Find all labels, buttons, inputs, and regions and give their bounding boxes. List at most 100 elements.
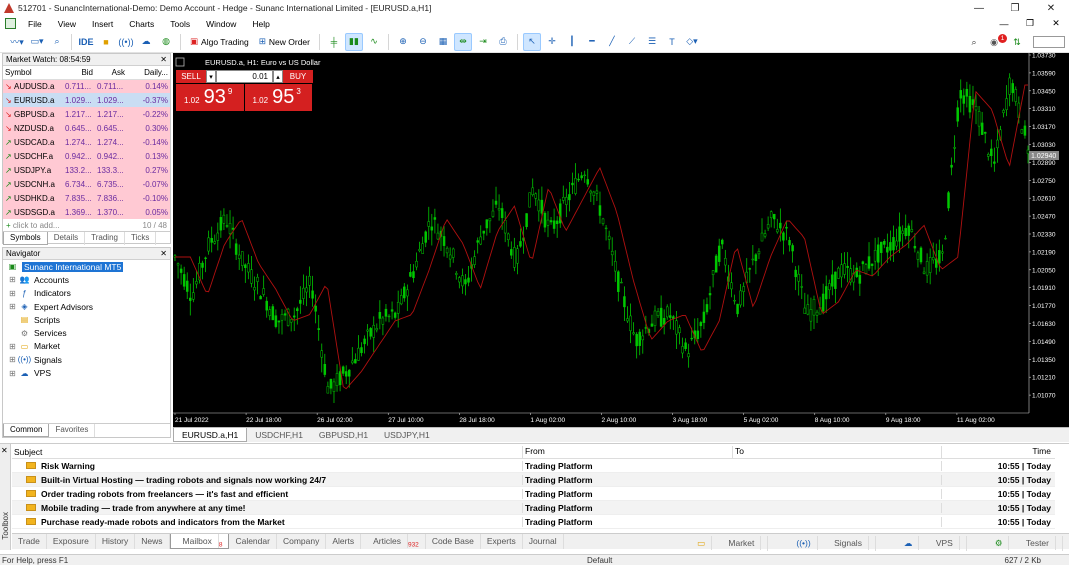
mailbox-row[interactable]: Built-in Virtual Hosting — trading robot… — [12, 473, 1055, 487]
tab-alerts[interactable]: Alerts — [326, 534, 362, 549]
lot-up-icon[interactable]: ▴ — [273, 70, 283, 83]
lot-down-icon[interactable]: ▾ — [206, 70, 216, 83]
col-symbol[interactable]: Symbol — [3, 66, 63, 80]
horizontal-line-icon[interactable]: ━ — [583, 33, 601, 51]
tab-company[interactable]: Company — [277, 534, 327, 549]
transfer-icon[interactable]: ⇅ — [1008, 33, 1026, 51]
tab-exposure[interactable]: Exposure — [47, 534, 96, 549]
minimize-icon[interactable]: — — [961, 0, 997, 16]
search-icon[interactable]: ⌕ — [965, 33, 983, 51]
market-watch-row[interactable]: ↘ EURUSD.a 1.029... 1.029... -0.37% — [3, 93, 170, 107]
ide-button[interactable]: IDE — [77, 33, 95, 51]
new-order-button[interactable]: ⊞ New Order — [255, 33, 314, 51]
autoscroll-icon[interactable]: ⇹ — [453, 32, 472, 51]
menu-insert[interactable]: Insert — [84, 19, 121, 29]
market-watch-row[interactable]: ↗ USDCAD.a 1.274... 1.274... -0.14% — [3, 135, 170, 149]
tab-history[interactable]: History — [96, 534, 136, 549]
tab-news[interactable]: News — [135, 534, 170, 549]
nav-indicators[interactable]: ⊞ ƒ Indicators — [3, 287, 170, 300]
market-watch-row[interactable]: ↘ NZDUSD.a 0.645... 0.645... 0.30% — [3, 121, 170, 135]
market-watch-row[interactable]: ↗ USDHKD.a 7.835... 7.836... -0.10% — [3, 191, 170, 205]
shapes-icon[interactable]: ◇▾ — [683, 33, 701, 51]
mailbox-row[interactable]: Purchase ready-made robots and indicator… — [12, 515, 1055, 529]
crosshair-icon[interactable]: ✛ — [543, 33, 561, 51]
menu-view[interactable]: View — [50, 19, 84, 29]
close-icon[interactable]: ✕ — [160, 249, 170, 258]
zoom-in-icon[interactable]: ⊕ — [394, 33, 412, 51]
channel-icon[interactable]: ☰ — [643, 33, 661, 51]
grid-icon[interactable]: ▦ — [434, 33, 452, 51]
mailbox-row[interactable]: Risk Warning Trading Platform 10:55 | To… — [12, 459, 1055, 473]
tab-articles[interactable]: Articles 932 — [361, 534, 426, 549]
tab-mailbox[interactable]: Mailbox 8 — [169, 534, 230, 549]
tab-details[interactable]: Details — [48, 232, 86, 245]
tab-calendar[interactable]: Calendar — [229, 534, 277, 549]
chart-window[interactable]: EURUSD.a, H1: Euro vs US Dollar 1.03730 1… — [173, 53, 1069, 427]
text-icon[interactable]: T — [663, 33, 681, 51]
col-ask[interactable]: Ask — [95, 66, 127, 80]
mailbox-row[interactable]: Order trading robots from freelancers — … — [12, 487, 1055, 501]
zoom-icon[interactable]: ⌕ — [48, 33, 66, 51]
market-watch-row[interactable]: ↘ AUDUSD.a 0.711... 0.711... 0.14% — [3, 79, 170, 93]
market-link[interactable]: ▭ Market — [677, 536, 769, 551]
tools-icon[interactable]: ⟋ — [623, 33, 641, 51]
chart-tab-gbpusd[interactable]: GBPUSD,H1 — [311, 428, 376, 442]
nav-accounts[interactable]: ⊞ 👥 Accounts — [3, 273, 170, 286]
mailbox-row[interactable]: Mobile trading — trade from anywhere at … — [12, 501, 1055, 515]
market-watch-row[interactable]: ↗ USDCHF.a 0.942... 0.942... 0.13% — [3, 149, 170, 163]
nav-market[interactable]: ⊞ ▭ Market — [3, 340, 170, 353]
search-input[interactable] — [1033, 36, 1065, 48]
cursor-icon[interactable]: ↖ — [522, 32, 541, 51]
bar-chart-icon[interactable]: ╪ — [325, 33, 343, 51]
close-icon[interactable]: ✕ — [160, 55, 170, 64]
tab-symbols[interactable]: Symbols — [3, 232, 48, 245]
nav-scripts[interactable]: ▤ Scripts — [3, 313, 170, 326]
cloud-icon[interactable]: ☁ — [137, 33, 155, 51]
close-icon[interactable]: ✕ — [1, 446, 8, 455]
col-bid[interactable]: Bid — [63, 66, 95, 80]
profiles-icon[interactable]: ▭▾ — [28, 33, 46, 51]
trendline-icon[interactable]: ╱ — [603, 33, 621, 51]
new-chart-icon[interactable]: 〰▾ — [8, 33, 26, 51]
tester-link[interactable]: ⚙ Tester — [975, 536, 1063, 551]
col-from[interactable]: From — [522, 446, 732, 458]
zoom-out-icon[interactable]: ⊖ — [414, 33, 432, 51]
col-time[interactable]: Time — [941, 446, 1055, 458]
chart-tab-eurusd[interactable]: EURUSD.a,H1 — [173, 428, 248, 442]
menu-window[interactable]: Window — [198, 19, 244, 29]
tab-trading[interactable]: Trading — [85, 232, 125, 245]
buy-price[interactable]: 1.02 95 3 — [244, 84, 312, 111]
lot-input[interactable]: 0.01 — [216, 70, 273, 83]
market-watch-row[interactable]: ↗ USDSGD.a 1.369... 1.370... 0.05% — [3, 205, 170, 219]
market-watch-row[interactable]: ↗ USDJPY.a 133.2... 133.3... 0.27% — [3, 163, 170, 177]
child-close-icon[interactable]: ✕ — [1043, 16, 1069, 31]
menu-file[interactable]: File — [20, 19, 50, 29]
lock-icon[interactable]: ■ — [97, 33, 115, 51]
tab-journal[interactable]: Journal — [523, 534, 564, 549]
chart-tab-usdjpy[interactable]: USDJPY,H1 — [376, 428, 438, 442]
sell-price[interactable]: 1.02 93 9 — [176, 84, 244, 111]
add-symbol-input[interactable]: click to add... — [13, 221, 60, 230]
menu-help[interactable]: Help — [244, 19, 277, 29]
nav-root[interactable]: ▣ Sunanc International MT5 — [3, 260, 170, 273]
market-watch-row[interactable]: ↘ GBPUSD.a 1.217... 1.217... -0.22% — [3, 107, 170, 121]
chart-window-icon[interactable] — [5, 18, 16, 29]
nav-expert-advisors[interactable]: ⊞ ◈ Expert Advisors — [3, 300, 170, 313]
buy-button[interactable]: BUY — [283, 70, 313, 83]
col-subject[interactable]: Subject — [12, 446, 522, 458]
vps-link[interactable]: ☁ VPS — [884, 536, 967, 551]
tab-trade[interactable]: Trade — [12, 534, 47, 549]
sell-button[interactable]: SELL — [176, 70, 206, 83]
market-watch-row[interactable]: ↗ USDCNH.a 6.734... 6.735... -0.07% — [3, 177, 170, 191]
col-daily[interactable]: Daily... — [127, 66, 170, 80]
child-restore-icon[interactable]: ❐ — [1017, 16, 1043, 31]
nav-signals[interactable]: ⊞ ((•)) Signals — [3, 353, 170, 366]
menu-tools[interactable]: Tools — [162, 19, 198, 29]
algo-trading-button[interactable]: ▣ Algo Trading — [186, 33, 253, 51]
close-icon[interactable]: ✕ — [1033, 0, 1069, 16]
line-chart-icon[interactable]: ∿ — [365, 33, 383, 51]
globe-icon[interactable]: ◍ — [157, 33, 175, 51]
nav-vps[interactable]: ⊞ ☁ VPS — [3, 366, 170, 379]
menu-charts[interactable]: Charts — [121, 19, 162, 29]
candlestick-icon[interactable]: ▮▮ — [344, 32, 363, 51]
